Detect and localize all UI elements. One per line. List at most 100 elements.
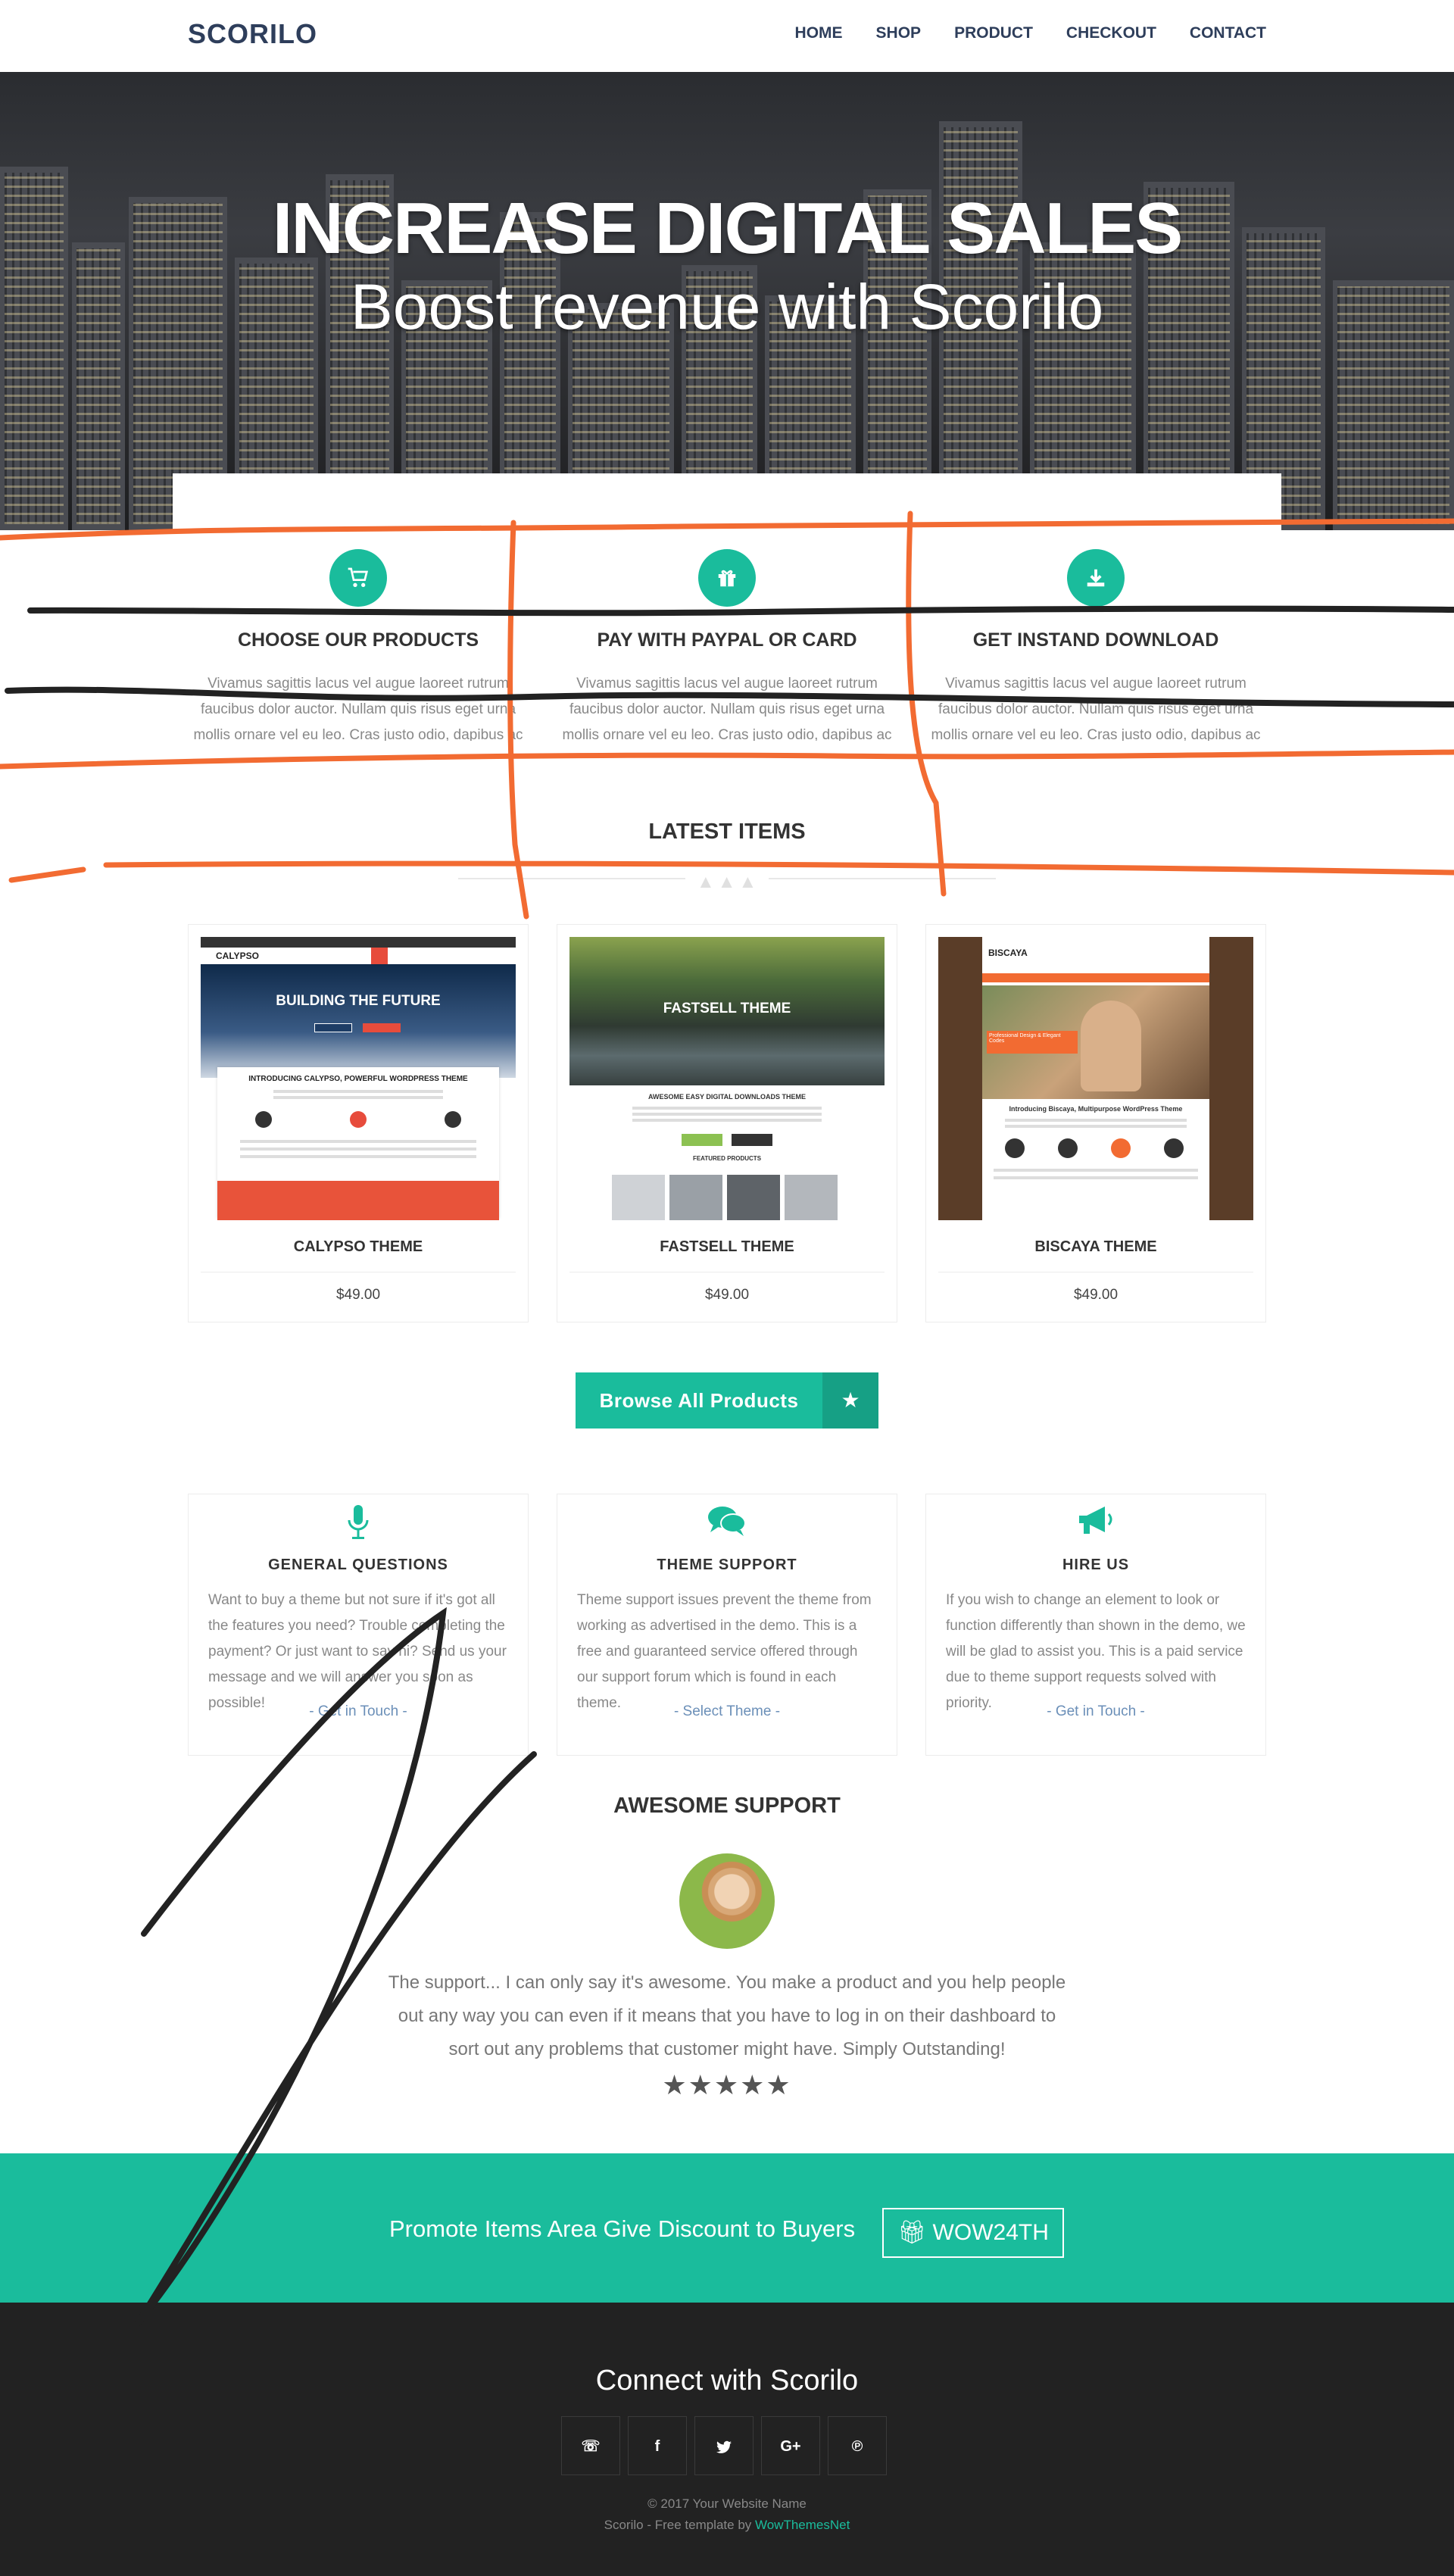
nav-product[interactable]: PRODUCT	[954, 24, 1033, 42]
megaphone-icon	[946, 1505, 1246, 1544]
product-name[interactable]: BISCAYA THEME	[926, 1238, 1265, 1256]
get-in-touch-link[interactable]: - Get in Touch -	[189, 1703, 528, 1720]
support-text: Theme support issues prevent the theme f…	[577, 1592, 872, 1711]
thumb-feature-icon	[350, 1111, 367, 1128]
thumb-nav	[982, 973, 1209, 982]
orange-scribble-line	[103, 860, 1454, 876]
pinterest-icon[interactable]: ℗	[828, 2416, 887, 2475]
thumb-brand: CALYPSO	[216, 951, 259, 961]
thumb-text-line	[632, 1119, 822, 1122]
thumb-text-line	[1005, 1125, 1187, 1128]
facebook-icon[interactable]: f	[628, 2416, 687, 2475]
footer: Connect with Scorilo ☏ f G+ ℗ © 2017 You…	[0, 2303, 1454, 2576]
thumb-brand: BISCAYA	[988, 948, 1028, 958]
thumb-feature-icon	[1005, 1138, 1025, 1158]
thumb-feature-icon	[1111, 1138, 1131, 1158]
thumb-text-line	[994, 1176, 1198, 1179]
orange-scribble-line	[0, 749, 1454, 770]
copyright: © 2017 Your Website Name Scorilo - Free …	[0, 2493, 1454, 2536]
brand-logo[interactable]: SCORILO	[188, 18, 317, 50]
copyright-text: © 2017 Your Website Name	[647, 2496, 807, 2511]
thumb-page: BISCAYA Professional Design & Elegant Co…	[982, 937, 1209, 1220]
thumb-product-image	[612, 1175, 665, 1220]
step-title: PAY WITH PAYPAL OR CARD	[597, 629, 857, 651]
step-choose-products: CHOOSE OUR PRODUCTS Vivamus sagittis lac…	[188, 549, 529, 741]
product-card-fastsell[interactable]: FASTSELL THEME AWESOME EASY DIGITAL DOWN…	[557, 924, 897, 1322]
product-thumbnail[interactable]: FASTSELL THEME AWESOME EASY DIGITAL DOWN…	[569, 937, 885, 1220]
social-links: ☏ f G+ ℗	[561, 2416, 887, 2475]
thumb-text-line	[239, 1155, 477, 1158]
product-card-calypso[interactable]: CALYPSO BUILDING THE FUTURE INTRODUCING …	[188, 924, 529, 1322]
thumb-hero-photo: Professional Design & Elegant Codes	[982, 985, 1209, 1099]
step-text: Vivamus sagittis lacus vel augue laoreet…	[193, 676, 523, 741]
latest-items-title: LATEST ITEMS	[648, 820, 806, 844]
thumb-headline: FASTSELL THEME	[663, 1001, 791, 1016]
thumb-product-image	[727, 1175, 780, 1220]
thumb-product-image	[669, 1175, 722, 1220]
product-thumbnail[interactable]: BISCAYA Professional Design & Elegant Co…	[938, 937, 1253, 1220]
select-theme-link[interactable]: - Select Theme -	[557, 1703, 897, 1720]
browse-button-label: Browse All Products	[599, 1389, 799, 1412]
product-name[interactable]: FASTSELL THEME	[557, 1238, 897, 1256]
nav-shop[interactable]: SHOP	[876, 24, 922, 42]
support-box-general: GENERAL QUESTIONS Want to buy a theme bu…	[188, 1494, 529, 1756]
support-text: If you wish to change an element to look…	[946, 1592, 1246, 1711]
credit-link[interactable]: WowThemesNet	[755, 2518, 850, 2532]
support-text: Want to buy a theme but not sure if it's…	[208, 1592, 507, 1711]
product-name[interactable]: CALYPSO THEME	[189, 1238, 528, 1256]
nav-home[interactable]: HOME	[795, 24, 843, 42]
thumb-text-line	[239, 1140, 477, 1143]
coupon-code: WOW24TH	[932, 2220, 1049, 2245]
hero-subtitle: Boost revenue with Scorilo	[350, 271, 1104, 342]
thumb-feature-icon	[445, 1111, 461, 1128]
download-icon	[1067, 549, 1125, 607]
promo-banner: Promote Items Area Give Discount to Buye…	[0, 2153, 1454, 2303]
thumb-text-line	[994, 1169, 1198, 1172]
product-thumbnail[interactable]: CALYPSO BUILDING THE FUTURE INTRODUCING …	[201, 937, 516, 1220]
support-box-theme: THEME SUPPORT Theme support issues preve…	[557, 1494, 897, 1756]
product-price: $49.00	[1073, 1287, 1119, 1303]
orange-scribble-line	[8, 866, 86, 883]
thumb-feature-icon	[255, 1111, 272, 1128]
step-text: Vivamus sagittis lacus vel augue laoreet…	[562, 676, 892, 741]
thumb-footer-band	[217, 1181, 499, 1220]
twitter-icon[interactable]	[694, 2416, 754, 2475]
thumb-nav-active	[371, 948, 388, 964]
nav-contact[interactable]: CONTACT	[1190, 24, 1266, 42]
get-in-touch-link[interactable]: - Get in Touch -	[926, 1703, 1265, 1720]
divider-dots: ▲▲▲	[697, 872, 760, 892]
product-price: $49.00	[704, 1287, 750, 1303]
step-download: GET INSTAND DOWNLOAD Vivamus sagittis la…	[925, 549, 1266, 741]
black-scribbles	[5, 605, 1454, 2328]
thumb-tagline: AWESOME EASY DIGITAL DOWNLOADS THEME	[647, 1093, 806, 1101]
coupon-code-button[interactable]: 🎁︎ WOW24TH	[882, 2208, 1064, 2258]
credit-prefix: Scorilo - Free template by	[604, 2518, 755, 2532]
thumb-hero: FASTSELL THEME	[569, 937, 885, 1085]
comments-icon	[577, 1505, 877, 1544]
testimonial-quote: The support... I can only say it's aweso…	[388, 1972, 1066, 2059]
support-title: THEME SUPPORT	[657, 1557, 797, 1573]
nav-checkout[interactable]: CHECKOUT	[1066, 24, 1156, 42]
thumb-feature-icon	[1164, 1138, 1184, 1158]
divider-line	[458, 878, 685, 879]
thumb-button	[314, 1023, 352, 1032]
phone-icon[interactable]: ☏	[561, 2416, 620, 2475]
product-card-biscaya[interactable]: BISCAYA Professional Design & Elegant Co…	[925, 924, 1266, 1322]
thumb-headline: Introducing Biscaya, Multipurpose WordPr…	[1009, 1105, 1183, 1113]
thumb-section-title: FEATURED PRODUCTS	[692, 1155, 762, 1162]
browse-all-products-button[interactable]: Browse All Products ★	[576, 1372, 878, 1429]
microphone-icon	[208, 1505, 508, 1544]
promo-text: Promote Items Area Give Discount to Buye…	[389, 2215, 856, 2242]
gift-icon	[698, 549, 756, 607]
thumb-text-line	[632, 1113, 822, 1116]
thumb-headline: BUILDING THE FUTURE	[276, 993, 441, 1009]
hero-title: INCREASE DIGITAL SALES	[272, 188, 1184, 269]
thumb-button	[732, 1134, 772, 1146]
thumb-text-line	[239, 1147, 477, 1151]
thumb-model	[1081, 1001, 1141, 1091]
gift-icon: 🎁︎	[897, 2220, 927, 2245]
footer-heading: Connect with Scorilo	[595, 2365, 859, 2396]
cart-icon	[329, 549, 387, 607]
hero-banner: INCREASE DIGITAL SALES Boost revenue wit…	[0, 72, 1454, 530]
google-plus-icon[interactable]: G+	[761, 2416, 820, 2475]
